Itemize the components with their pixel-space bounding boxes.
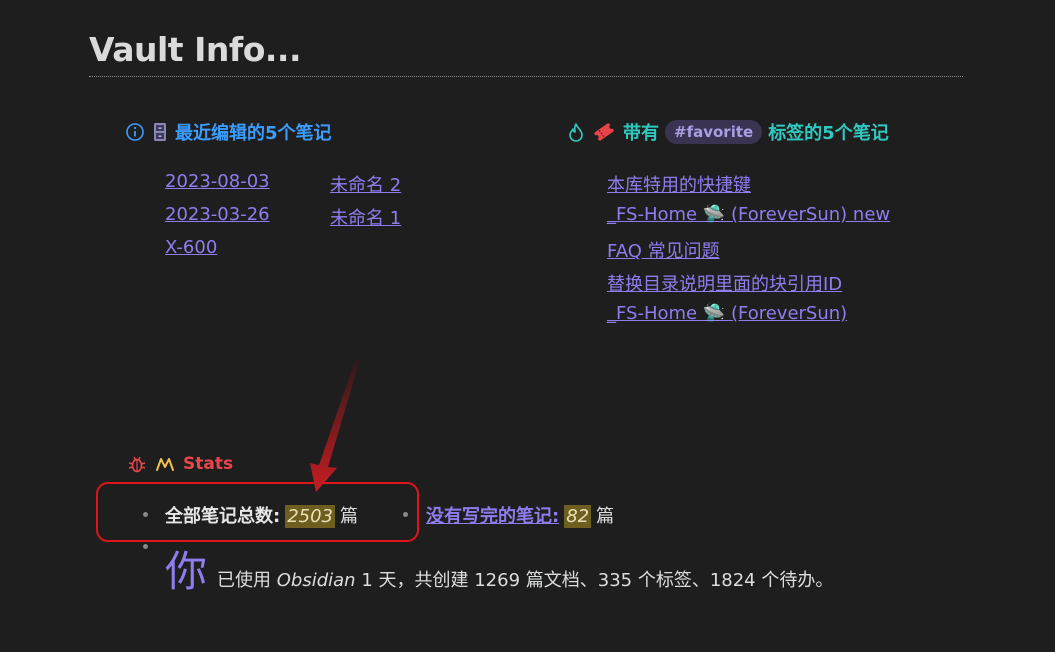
usage-big-char: 你 <box>165 547 208 596</box>
usage-summary: 你 已使用 Obsidian 1 天，共创建 1269 篇文档、335 个标签、… <box>165 538 833 599</box>
ticket-icon <box>593 122 615 142</box>
bug-icon <box>127 454 147 474</box>
usage-text-part: 已使用 <box>217 570 277 591</box>
vault-info-page: Vault Info... 最近编辑的5个笔记 2023-08-03 未命名 2… <box>0 0 1055 652</box>
recent-notes-title: 最近编辑的5个笔记 <box>175 123 332 144</box>
favorite-note-link[interactable]: 本库特用的快捷键 <box>607 171 751 197</box>
recent-note-link[interactable]: 未命名 1 <box>330 204 401 230</box>
recent-note-date-link[interactable]: X-600 <box>165 237 217 258</box>
favorite-notes-heading: 带有 #favorite 标签的5个笔记 <box>567 119 889 145</box>
recent-note-link[interactable]: 未命名 2 <box>330 171 401 197</box>
favorite-note-link[interactable]: _FS-Home 🛸 (ForeverSun) <box>607 303 847 324</box>
annotation-highlight-box <box>96 482 419 542</box>
unfinished-notes-unit: 篇 <box>596 506 615 527</box>
favorite-heading-prefix: 带有 <box>623 123 659 144</box>
file-cabinet-icon <box>153 122 167 142</box>
info-icon <box>125 122 145 142</box>
recent-note-date-link[interactable]: 2023-03-26 <box>165 204 270 225</box>
page-title: Vault Info... <box>89 30 301 69</box>
favorite-heading-suffix: 标签的5个笔记 <box>768 123 889 144</box>
favorite-note-link[interactable]: _FS-Home 🛸 (ForeverSun) new <box>607 204 890 225</box>
favorite-note-link[interactable]: FAQ 常见问题 <box>607 237 720 263</box>
favorite-tag[interactable]: #favorite <box>665 120 763 144</box>
unfinished-notes-value: 82 <box>564 505 592 528</box>
recent-note-date-link[interactable]: 2023-08-03 <box>165 171 270 192</box>
favorite-note-link[interactable]: 替换目录说明里面的块引用ID <box>607 270 842 296</box>
title-divider <box>89 76 963 77</box>
unfinished-notes-stat: 没有写完的笔记: 82 篇 <box>426 502 614 528</box>
stats-heading: Stats <box>127 454 233 474</box>
unfinished-notes-link[interactable]: 没有写完的笔记: <box>426 502 559 528</box>
usage-text-part: 1 天，共创建 1269 篇文档、335 个标签、1824 个待办。 <box>355 570 834 591</box>
recent-notes-heading: 最近编辑的5个笔记 <box>125 119 332 145</box>
flame-icon <box>567 122 585 142</box>
stats-title: Stats <box>183 454 234 474</box>
list-bullet <box>143 544 148 549</box>
usage-app-name: Obsidian <box>276 570 356 591</box>
usage-text: 已使用 Obsidian 1 天，共创建 1269 篇文档、335 个标签、18… <box>217 566 833 592</box>
activity-icon <box>155 454 175 474</box>
